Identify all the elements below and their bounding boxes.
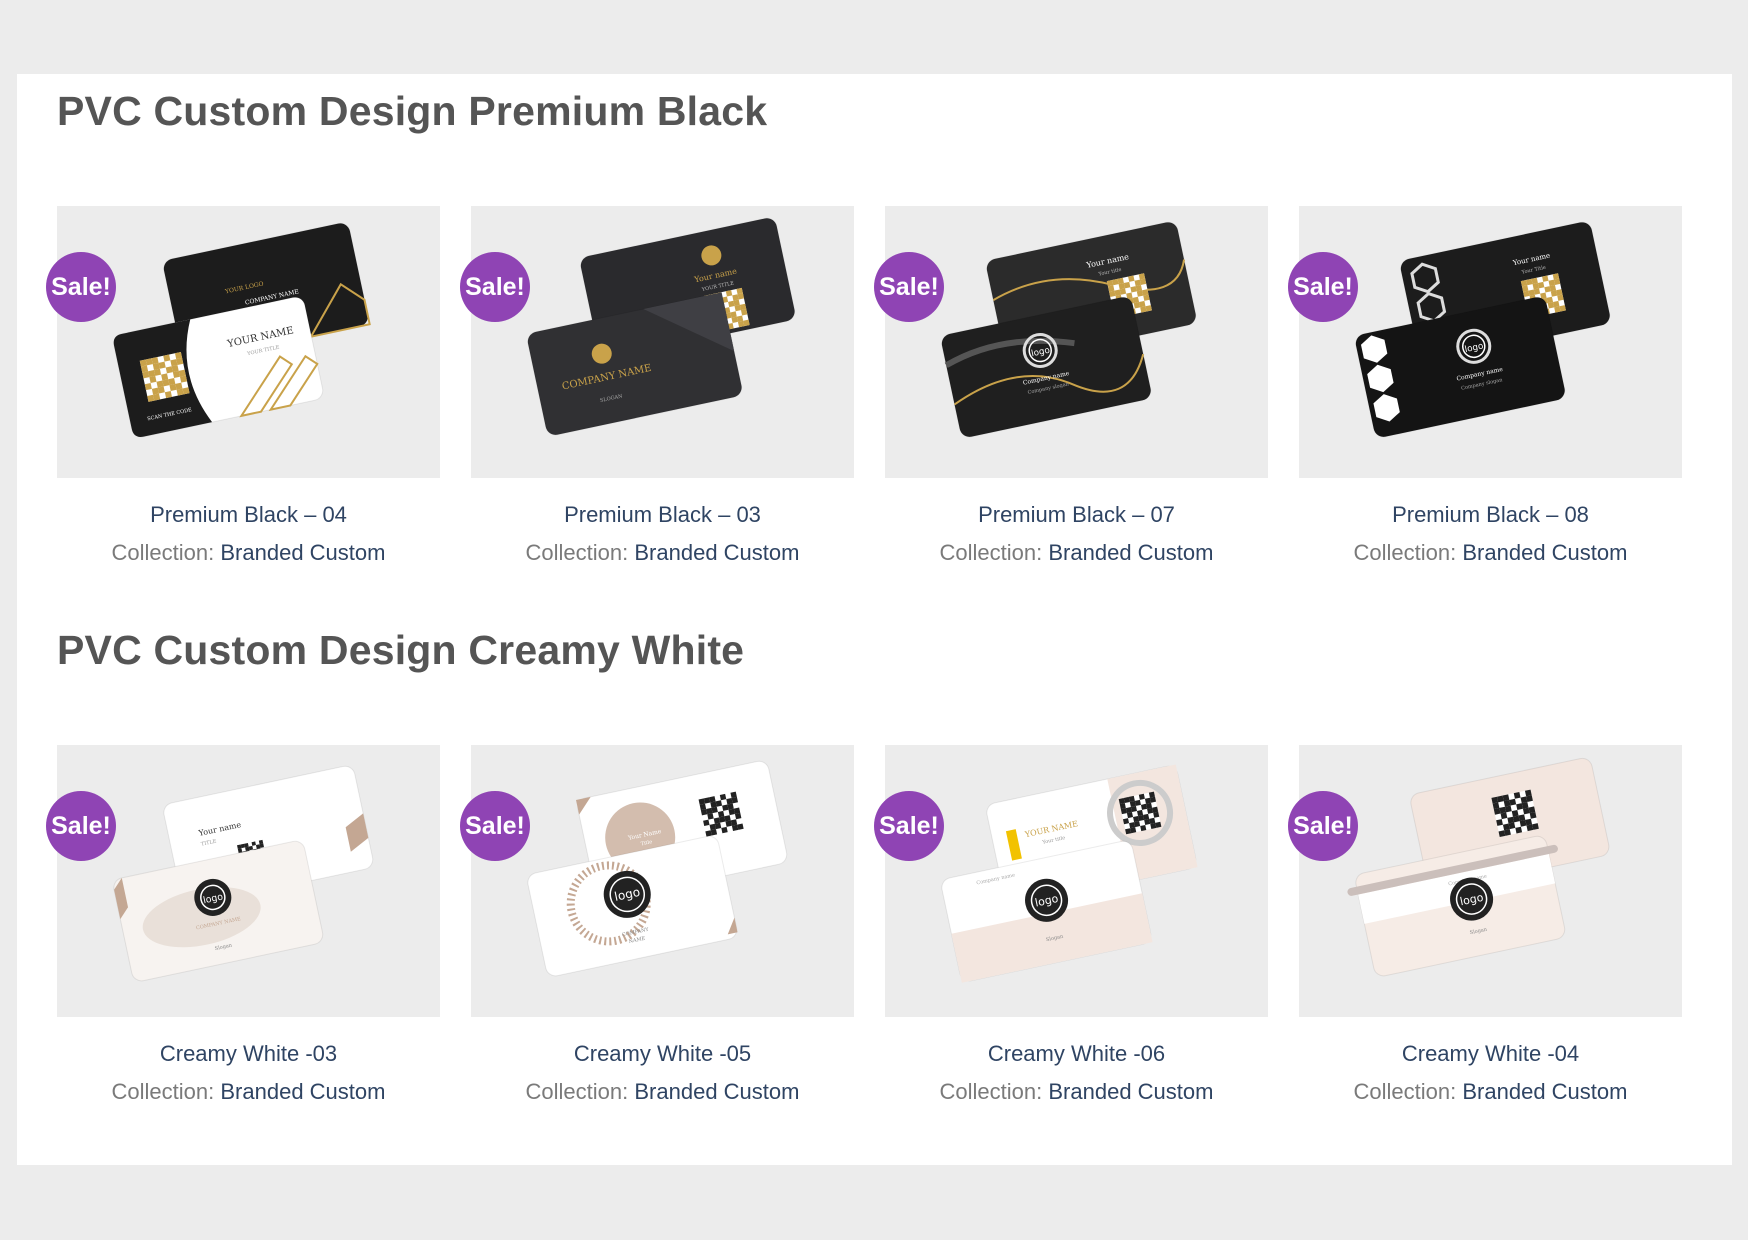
product-image[interactable]: Sale! Your name Your title logo Company nam… [874,206,1268,478]
business-card: Company namelogoSlogan [1347,835,1566,977]
product-image[interactable]: Sale! Your name TITLE logo COMPANY NAME Slog… [46,745,440,1017]
collection-link[interactable]: Branded Custom [220,540,385,565]
section-title-premium-black: PVC Custom Design Premium Black [57,88,768,134]
product-title-link[interactable]: Creamy White -04 [1299,1041,1682,1067]
product-grid-premium-black: Sale! YOUR LOGO COMPANY NAME SCAN THE CODE… [46,206,1683,576]
card-mockup-image: Your nameYOUR TITLECOMPANY NAMESLOGAN [527,217,796,436]
business-card: logoCompany nameCompany slogan [941,296,1152,438]
section-title-creamy-white: PVC Custom Design Creamy White [57,627,745,673]
collection-line: Collection: Branded Custom [471,1079,854,1105]
product-title-link[interactable]: Premium Black – 03 [471,502,854,528]
product-card: Sale! Your name YOUR TITLE COMPANY NAME SLO… [460,206,854,576]
sale-badge: Sale! [874,791,944,861]
card-mockup-image: Your nameYour titlelogoCompany nameCompa… [941,221,1197,438]
product-card: Sale! Your name Your title logo Company nam… [874,206,1268,576]
sale-badge: Sale! [460,252,530,322]
collection-label: Collection: [939,540,1043,565]
collection-link[interactable]: Branded Custom [220,1079,385,1104]
collection-line: Collection: Branded Custom [1299,540,1682,566]
product-card: Sale! YOUR LOGO COMPANY NAME SCAN THE CODE… [46,206,440,576]
product-title-link[interactable]: Creamy White -03 [57,1041,440,1067]
collection-line: Collection: Branded Custom [885,1079,1268,1105]
collection-link[interactable]: Branded Custom [1048,1079,1213,1104]
collection-label: Collection: [525,540,629,565]
product-card: Sale! YOUR NAME Your title Company name log… [874,745,1268,1115]
business-card: COMPANY NAMESLOGAN [527,292,743,436]
business-card: SCAN THE CODEYOUR NAMEYOUR TITLE [113,296,324,438]
product-title-link[interactable]: Premium Black – 08 [1299,502,1682,528]
collection-link[interactable]: Branded Custom [1462,540,1627,565]
product-title-link[interactable]: Premium Black – 04 [57,502,440,528]
product-card: Sale! Your nameCompany namelogoSlogan Cr… [1288,745,1682,1115]
card-mockup-image: YOUR NAMEYour titleCompany namelogoSloga… [941,764,1198,983]
product-image[interactable]: Sale! Your nameCompany namelogoSlogan [1288,745,1682,1017]
collection-line: Collection: Branded Custom [471,540,854,566]
content-panel: PVC Custom Design Premium Black Sale! YO… [17,74,1732,1165]
product-card: Sale! Your Name Title logo COMPANY NAME Crea… [460,745,854,1115]
card-mockup-image: Your nameTITLElogoCOMPANY NAMESlogan [113,765,374,982]
business-card: Company namelogoSlogan [941,840,1153,983]
sale-badge: Sale! [46,791,116,861]
card-mockup-image: YOUR LOGOCOMPANY NAMESCAN THE CODEYOUR N… [113,222,371,438]
product-image[interactable]: Sale! YOUR NAME Your title Company name log… [874,745,1268,1017]
business-card: logoCOMPANY NAMESlogan [113,840,324,982]
product-image[interactable]: Sale! Your Name Title logo COMPANY NAME [460,745,854,1017]
product-title-link[interactable]: Creamy White -05 [471,1041,854,1067]
sale-badge: Sale! [1288,252,1358,322]
collection-label: Collection: [525,1079,629,1104]
product-image[interactable]: Sale! Your name Your Title logo Company nam… [1288,206,1682,478]
card-mockup-image: Your nameYour TitlelogoCompany nameCompa… [1355,221,1611,438]
card-mockup-image: Your NameTitlelogoCOMPANYNAME [527,760,788,977]
collection-line: Collection: Branded Custom [57,540,440,566]
collection-link[interactable]: Branded Custom [1462,1079,1627,1104]
sale-badge: Sale! [46,252,116,322]
product-title-link[interactable]: Premium Black – 07 [885,502,1268,528]
card-mockup-image: Your nameCompany namelogoSlogan [1347,757,1610,977]
collection-label: Collection: [111,540,215,565]
collection-line: Collection: Branded Custom [1299,1079,1682,1105]
product-title-link[interactable]: Creamy White -06 [885,1041,1268,1067]
product-image[interactable]: Sale! Your name YOUR TITLE COMPANY NAME SLO… [460,206,854,478]
collection-line: Collection: Branded Custom [57,1079,440,1105]
sale-badge: Sale! [1288,791,1358,861]
business-card: logoCOMPANYNAME [527,835,738,977]
business-card: logoCompany nameCompany slogan [1355,296,1566,438]
collection-link[interactable]: Branded Custom [1048,540,1213,565]
collection-label: Collection: [1353,540,1457,565]
product-card: Sale! Your name TITLE logo COMPANY NAME Slog… [46,745,440,1115]
collection-label: Collection: [111,1079,215,1104]
sale-badge: Sale! [460,791,530,861]
collection-label: Collection: [939,1079,1043,1104]
sale-badge: Sale! [874,252,944,322]
product-card: Sale! Your name Your Title logo Company nam… [1288,206,1682,576]
collection-label: Collection: [1353,1079,1457,1104]
collection-link[interactable]: Branded Custom [634,1079,799,1104]
product-image[interactable]: Sale! YOUR LOGO COMPANY NAME SCAN THE CODE… [46,206,440,478]
collection-line: Collection: Branded Custom [885,540,1268,566]
collection-link[interactable]: Branded Custom [634,540,799,565]
product-grid-creamy-white: Sale! Your name TITLE logo COMPANY NAME Slog… [46,745,1683,1115]
